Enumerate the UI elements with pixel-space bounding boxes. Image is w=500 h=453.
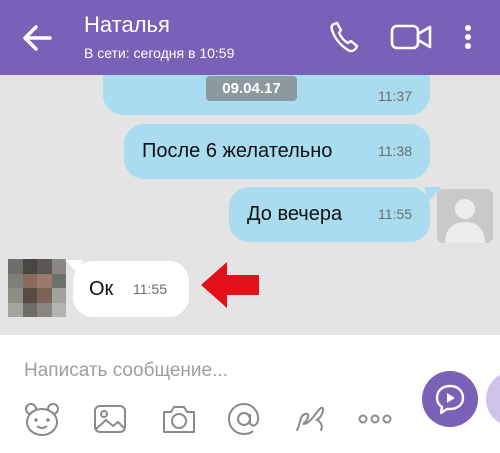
gallery-icon [94,405,126,433]
message-time: 11:55 [378,206,412,222]
gallery-button[interactable] [91,400,129,438]
my-avatar[interactable] [437,189,493,243]
contact-name[interactable]: Наталья [84,12,170,38]
back-button[interactable] [18,20,58,56]
send-icon [435,384,465,415]
message-time: 11:55 [133,281,167,297]
chat-header: Наталья В сети: сегодня в 10:59 [0,0,500,75]
sticker-icon [25,403,59,436]
message-bubble-incoming[interactable]: Ок 11:55 [73,261,189,317]
app: Наталья В сети: сегодня в 10:59 11:37 09… [0,0,500,453]
mention-button[interactable] [225,400,263,438]
composer [0,335,500,453]
message-bubble-outgoing[interactable]: До вечера 11:55 [229,187,430,242]
more-vertical-icon [465,25,471,49]
sticker-button[interactable] [23,400,61,438]
red-arrow-icon [201,262,259,308]
message-time: 11:37 [378,88,412,104]
camera-icon [163,406,195,433]
send-button[interactable] [422,371,478,427]
message-bubble-outgoing[interactable]: После 6 желательно 11:38 [124,124,430,179]
camera-button[interactable] [160,400,198,438]
back-arrow-icon [23,25,52,51]
video-call-button[interactable] [388,16,434,58]
message-text: До вечера [247,203,343,225]
contact-avatar[interactable] [8,259,66,317]
doodle-icon [296,406,325,431]
video-camera-icon [390,24,432,50]
more-icon [358,414,392,424]
chat-area[interactable]: 11:37 09.04.17 После 6 желательно 11:38 … [0,75,500,335]
phone-icon [330,21,359,53]
at-icon [227,402,260,436]
date-label: 09.04.17 [206,76,297,101]
more-button[interactable] [356,400,394,438]
message-text: Ок [89,278,114,300]
message-input[interactable] [24,356,394,386]
menu-button[interactable] [458,16,478,58]
contact-status: В сети: сегодня в 10:59 [84,45,235,61]
secondary-action-button[interactable] [486,371,500,427]
message-time: 11:38 [378,143,412,159]
doodle-button[interactable] [291,400,329,438]
message-text: После 6 желательно [142,140,333,162]
call-button[interactable] [326,16,362,58]
